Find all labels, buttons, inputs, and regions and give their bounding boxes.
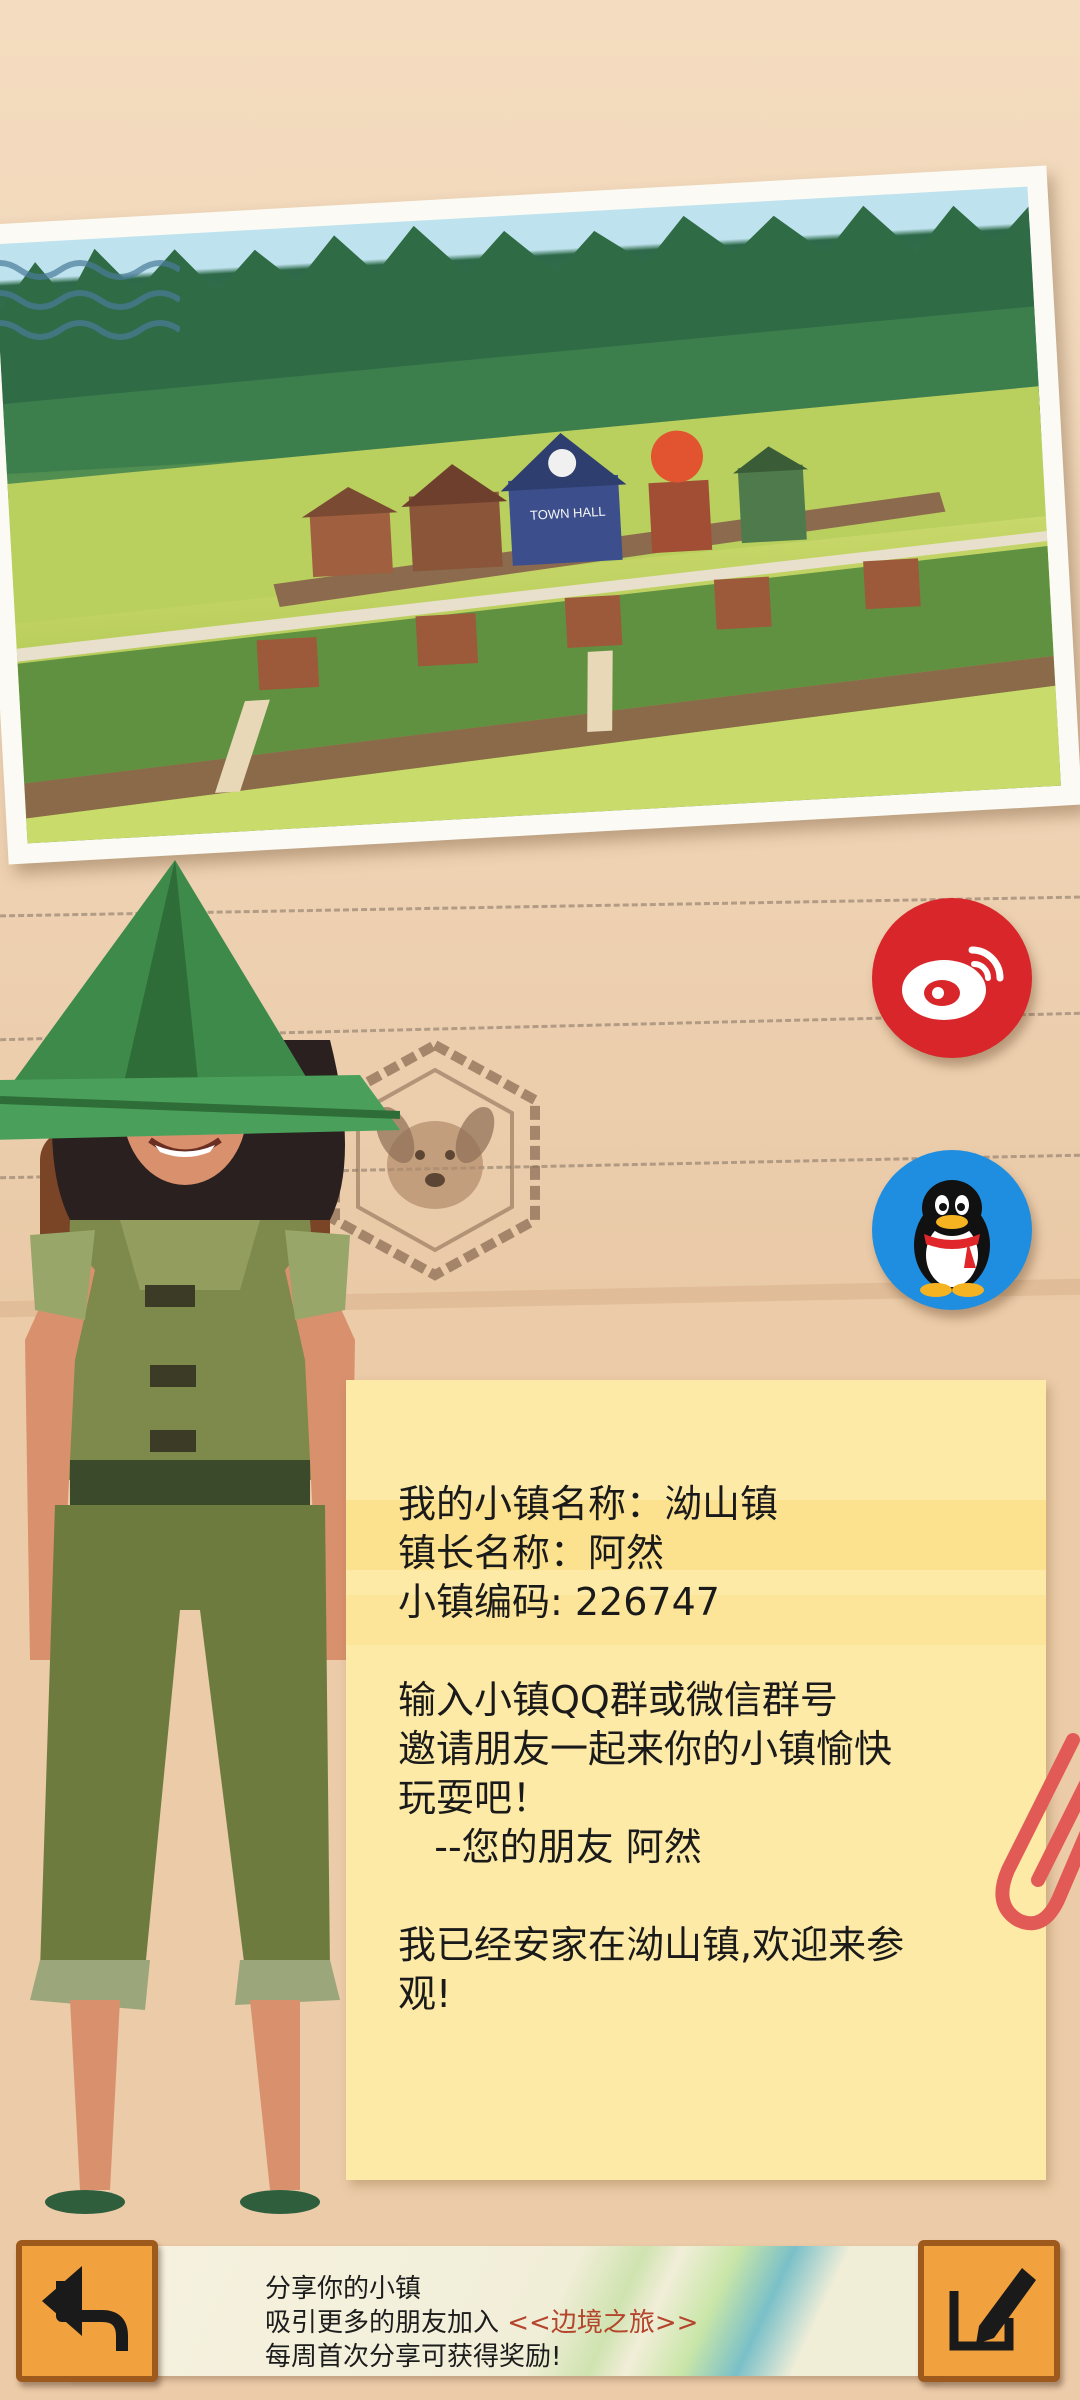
invite-line-2: 邀请朋友一起来你的小镇愉快: [398, 1727, 893, 1771]
back-arrow-icon: [42, 2266, 128, 2351]
invite-line-3: 玩耍吧！: [398, 1776, 551, 1820]
qq-penguin-icon: [914, 1180, 990, 1297]
share-reward-banner: 分享你的小镇 吸引更多的朋友加入 <<边境之旅>> 每周首次分享可获得奖励!: [70, 2246, 940, 2376]
postmark-lines: [0, 260, 180, 340]
town-code-line: 小镇编码: 226747: [398, 1580, 720, 1624]
share-bottom-bar: 分享你的小镇 吸引更多的朋友加入 <<边境之旅>> 每周首次分享可获得奖励!: [0, 2232, 1080, 2400]
welcome-line-2: 观!: [398, 1972, 452, 2016]
weibo-share-button[interactable]: [872, 898, 1032, 1058]
town-info-note: 我的小镇名称：泑山镇 镇长名称：阿然 小镇编码: 226747 输入小镇QQ群或…: [346, 1380, 1046, 2180]
share-invite-line: 吸引更多的朋友加入 <<边境之旅>>: [265, 2306, 698, 2340]
share-invite-prefix: 吸引更多的朋友加入: [265, 2308, 508, 2338]
edit-button[interactable]: [918, 2240, 1060, 2382]
weibo-icon: [902, 946, 1004, 1020]
mayor-character: [0, 860, 400, 2214]
share-banner-text: 分享你的小镇 吸引更多的朋友加入 <<边境之旅>> 每周首次分享可获得奖励!: [265, 2272, 698, 2374]
share-title: 分享你的小镇: [265, 2274, 422, 2304]
qq-share-button[interactable]: [872, 1150, 1032, 1310]
mayor-name-line: 镇长名称：阿然: [398, 1531, 665, 1575]
town-name-line: 我的小镇名称：泑山镇: [398, 1482, 779, 1526]
edit-pencil-icon: [949, 2268, 1036, 2351]
welcome-line-1: 我已经安家在泑山镇,欢迎来参: [398, 1923, 905, 1967]
invite-line-1: 输入小镇QQ群或微信群号: [398, 1678, 838, 1722]
town-info-text: 我的小镇名称：泑山镇 镇长名称：阿然 小镇编码: 226747 输入小镇QQ群或…: [398, 1480, 1018, 2019]
signature-line: --您的朋友 阿然: [398, 1825, 702, 1869]
paperclip-icon: [995, 1733, 1080, 1931]
back-button[interactable]: [16, 2240, 158, 2382]
share-reward-line: 每周首次分享可获得奖励!: [265, 2342, 562, 2372]
game-name-highlight: <<边境之旅>>: [507, 2308, 699, 2338]
